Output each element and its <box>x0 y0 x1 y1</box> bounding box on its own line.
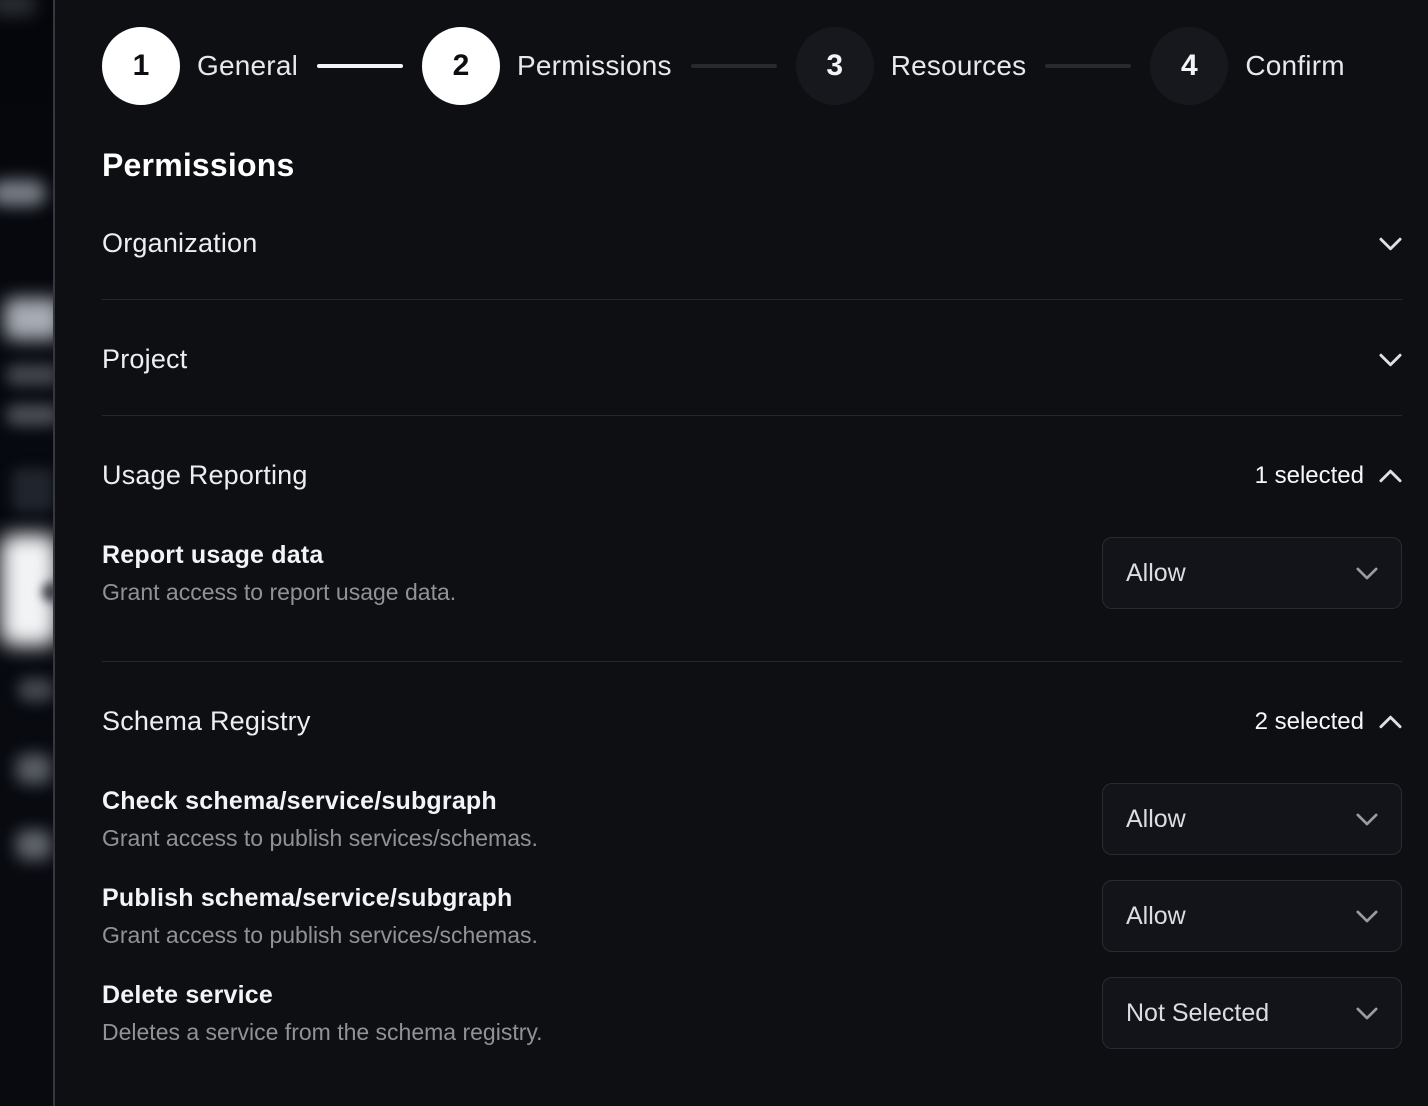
permission-title: Check schema/service/subgraph <box>102 787 538 816</box>
step-label-general: General <box>197 50 298 82</box>
step-connector-todo <box>1045 64 1131 68</box>
section-divider <box>102 661 1402 662</box>
wizard-stepper: 1 General 2 Permissions 3 Resources 4 Co… <box>102 27 1402 105</box>
background-app-strip <box>0 0 54 1106</box>
section-project: Project <box>102 344 1402 416</box>
step-number: 2 <box>453 49 470 83</box>
step-label-resources: Resources <box>891 50 1027 82</box>
section-title: Usage Reporting <box>102 460 308 491</box>
section-title: Project <box>102 344 187 375</box>
permission-list: Check schema/service/subgraph Grant acce… <box>102 783 1402 1049</box>
step-label-permissions: Permissions <box>517 50 672 82</box>
permission-text: Report usage data Grant access to report… <box>102 541 456 606</box>
permission-list: Report usage data Grant access to report… <box>102 537 1402 609</box>
permission-description: Grant access to report usage data. <box>102 579 456 606</box>
select-value: Allow <box>1126 805 1186 834</box>
permission-text: Delete service Deletes a service from th… <box>102 981 543 1046</box>
permission-description: Grant access to publish services/schemas… <box>102 922 538 949</box>
page-title: Permissions <box>102 147 1402 184</box>
blurred-backdrop-blob <box>16 830 52 860</box>
section-divider <box>102 299 1402 300</box>
step-label-confirm: Confirm <box>1245 50 1344 82</box>
permission-select-check-schema[interactable]: Allow <box>1102 783 1402 855</box>
permission-text: Publish schema/service/subgraph Grant ac… <box>102 884 538 949</box>
section-header-project[interactable]: Project <box>102 344 1402 375</box>
section-organization: Organization <box>102 228 1402 300</box>
step-circle-confirm: 4 <box>1150 27 1228 105</box>
permission-item-check-schema: Check schema/service/subgraph Grant acce… <box>102 783 1402 855</box>
permission-title: Report usage data <box>102 541 456 570</box>
selected-count-badge: 1 selected <box>1255 462 1364 490</box>
chevron-down-icon <box>1379 353 1402 367</box>
chevron-down-icon <box>1356 567 1378 580</box>
step-circle-resources: 3 <box>796 27 874 105</box>
permission-select-delete-service[interactable]: Not Selected <box>1102 977 1402 1049</box>
blurred-backdrop-blob <box>6 404 54 426</box>
blurred-backdrop-blob <box>0 180 46 206</box>
permission-description: Deletes a service from the schema regist… <box>102 1019 543 1046</box>
select-value: Allow <box>1126 559 1186 588</box>
permission-title: Delete service <box>102 981 543 1010</box>
step-number: 1 <box>133 49 150 83</box>
section-title: Schema Registry <box>102 706 311 737</box>
chevron-up-icon <box>1379 715 1402 729</box>
blurred-backdrop-blob <box>18 678 54 702</box>
wizard-panel: 1 General 2 Permissions 3 Resources 4 Co… <box>55 0 1428 1106</box>
step-connector-done <box>317 64 403 68</box>
selected-count-wrap: 1 selected <box>1255 462 1402 490</box>
select-value: Not Selected <box>1126 999 1269 1028</box>
section-schema-registry: Schema Registry 2 selected Check schema/… <box>102 706 1402 1049</box>
permission-text: Check schema/service/subgraph Grant acce… <box>102 787 538 852</box>
blurred-backdrop-blob <box>0 0 36 16</box>
step-number: 4 <box>1181 49 1198 83</box>
permission-select-report-usage-data[interactable]: Allow <box>1102 537 1402 609</box>
step-item-permissions[interactable]: 2 Permissions <box>422 27 672 105</box>
chevron-down-icon <box>1356 813 1378 826</box>
step-number: 3 <box>826 49 843 83</box>
permission-title: Publish schema/service/subgraph <box>102 884 538 913</box>
permission-select-publish-schema[interactable]: Allow <box>1102 880 1402 952</box>
blurred-backdrop-blob <box>16 754 52 784</box>
step-circle-permissions: 2 <box>422 27 500 105</box>
select-value: Allow <box>1126 902 1186 931</box>
section-header-schema-registry[interactable]: Schema Registry 2 selected <box>102 706 1402 737</box>
section-title: Organization <box>102 228 258 259</box>
permission-item-delete-service: Delete service Deletes a service from th… <box>102 977 1402 1049</box>
chevron-down-icon <box>1356 910 1378 923</box>
step-circle-general: 1 <box>102 27 180 105</box>
chevron-down-icon <box>1379 237 1402 251</box>
step-item-confirm[interactable]: 4 Confirm <box>1150 27 1344 105</box>
selected-count-wrap: 2 selected <box>1255 708 1402 736</box>
chevron-down-icon <box>1356 1007 1378 1020</box>
blurred-backdrop-blob <box>12 468 54 512</box>
permission-item-publish-schema: Publish schema/service/subgraph Grant ac… <box>102 880 1402 952</box>
section-divider <box>102 415 1402 416</box>
blurred-backdrop-blob <box>4 298 54 340</box>
blurred-backdrop-blob <box>6 364 54 386</box>
selected-count-badge: 2 selected <box>1255 708 1364 736</box>
section-usage-reporting: Usage Reporting 1 selected Report usage … <box>102 460 1402 662</box>
section-header-usage-reporting[interactable]: Usage Reporting 1 selected <box>102 460 1402 491</box>
step-item-resources[interactable]: 3 Resources <box>796 27 1027 105</box>
chevron-up-icon <box>1379 469 1402 483</box>
step-connector-todo <box>691 64 777 68</box>
section-header-organization[interactable]: Organization <box>102 228 1402 259</box>
permission-description: Grant access to publish services/schemas… <box>102 825 538 852</box>
step-item-general[interactable]: 1 General <box>102 27 298 105</box>
permission-item-report-usage-data: Report usage data Grant access to report… <box>102 537 1402 609</box>
